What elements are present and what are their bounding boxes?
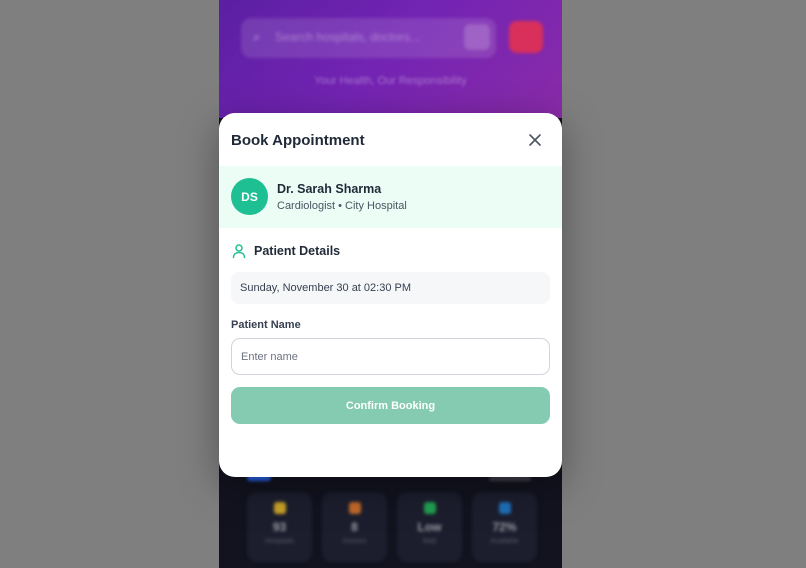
close-button[interactable] — [525, 130, 545, 150]
modal-title: Book Appointment — [231, 132, 365, 149]
avatar: DS — [231, 178, 268, 215]
close-icon — [529, 134, 541, 146]
doctor-specialty-hospital: Cardiologist • City Hospital — [277, 200, 407, 212]
book-appointment-modal: Book Appointment DS Dr. Sarah Sharma Car… — [219, 113, 562, 477]
doctor-card: DS Dr. Sarah Sharma Cardiologist • City … — [219, 166, 562, 228]
patient-name-label: Patient Name — [231, 319, 301, 331]
confirm-booking-button[interactable]: Confirm Booking — [231, 387, 550, 424]
app-screen: ⌕ Search hospitals, doctors... Your Heal… — [0, 0, 806, 568]
section-title: Patient Details — [254, 244, 341, 258]
doctor-name: Dr. Sarah Sharma — [277, 182, 382, 196]
patient-details-heading: Patient Details — [231, 242, 340, 260]
user-icon — [232, 244, 246, 259]
patient-name-input[interactable] — [231, 338, 550, 375]
selected-slot: Sunday, November 30 at 02:30 PM — [231, 272, 550, 304]
modal-header: Book Appointment — [219, 113, 562, 166]
